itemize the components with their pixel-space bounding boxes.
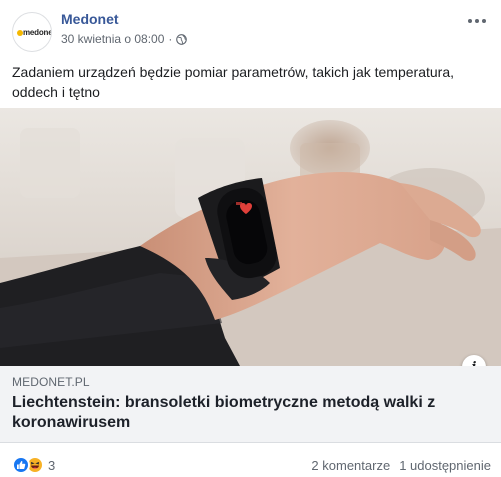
post-image[interactable]: [0, 108, 501, 366]
comments-count-link[interactable]: 2 komentarze: [311, 458, 390, 473]
page-name-link[interactable]: Medonet: [61, 11, 119, 27]
post-timestamp-link[interactable]: 30 kwietnia o 08:00: [61, 32, 164, 46]
meta-separator: ·: [168, 32, 173, 46]
facebook-post: medonet Medonet 30 kwietnia o 08:00 · Za…: [0, 0, 501, 477]
shares-count-link[interactable]: 1 udostępnienie: [399, 458, 491, 473]
like-icon: [12, 456, 30, 474]
post-meta: 30 kwietnia o 08:00 ·: [61, 32, 188, 46]
engagement-stats: 2 komentarze 1 udostępnienie: [311, 458, 491, 473]
more-options-icon[interactable]: [465, 14, 489, 28]
reaction-count: 3: [48, 457, 56, 473]
page-avatar[interactable]: medonet: [12, 12, 52, 52]
avatar-logo-text: medonet: [23, 28, 52, 37]
wrist-fitness-band-photo: [0, 108, 501, 366]
link-preview[interactable]: MEDONET.PL Liechtenstein: bransoletki bi…: [0, 366, 501, 443]
post-header: medonet Medonet 30 kwietnia o 08:00 ·: [0, 0, 501, 55]
reactions-summary[interactable]: 3: [12, 456, 55, 474]
globe-icon[interactable]: [176, 33, 188, 45]
link-title[interactable]: Liechtenstein: bransoletki biometryczne …: [12, 393, 452, 433]
post-footer: 3 2 komentarze 1 udostępnienie: [0, 443, 501, 477]
link-domain: MEDONET.PL: [12, 375, 90, 389]
post-text: Zadaniem urządzeń będzie pomiar parametr…: [12, 64, 454, 100]
